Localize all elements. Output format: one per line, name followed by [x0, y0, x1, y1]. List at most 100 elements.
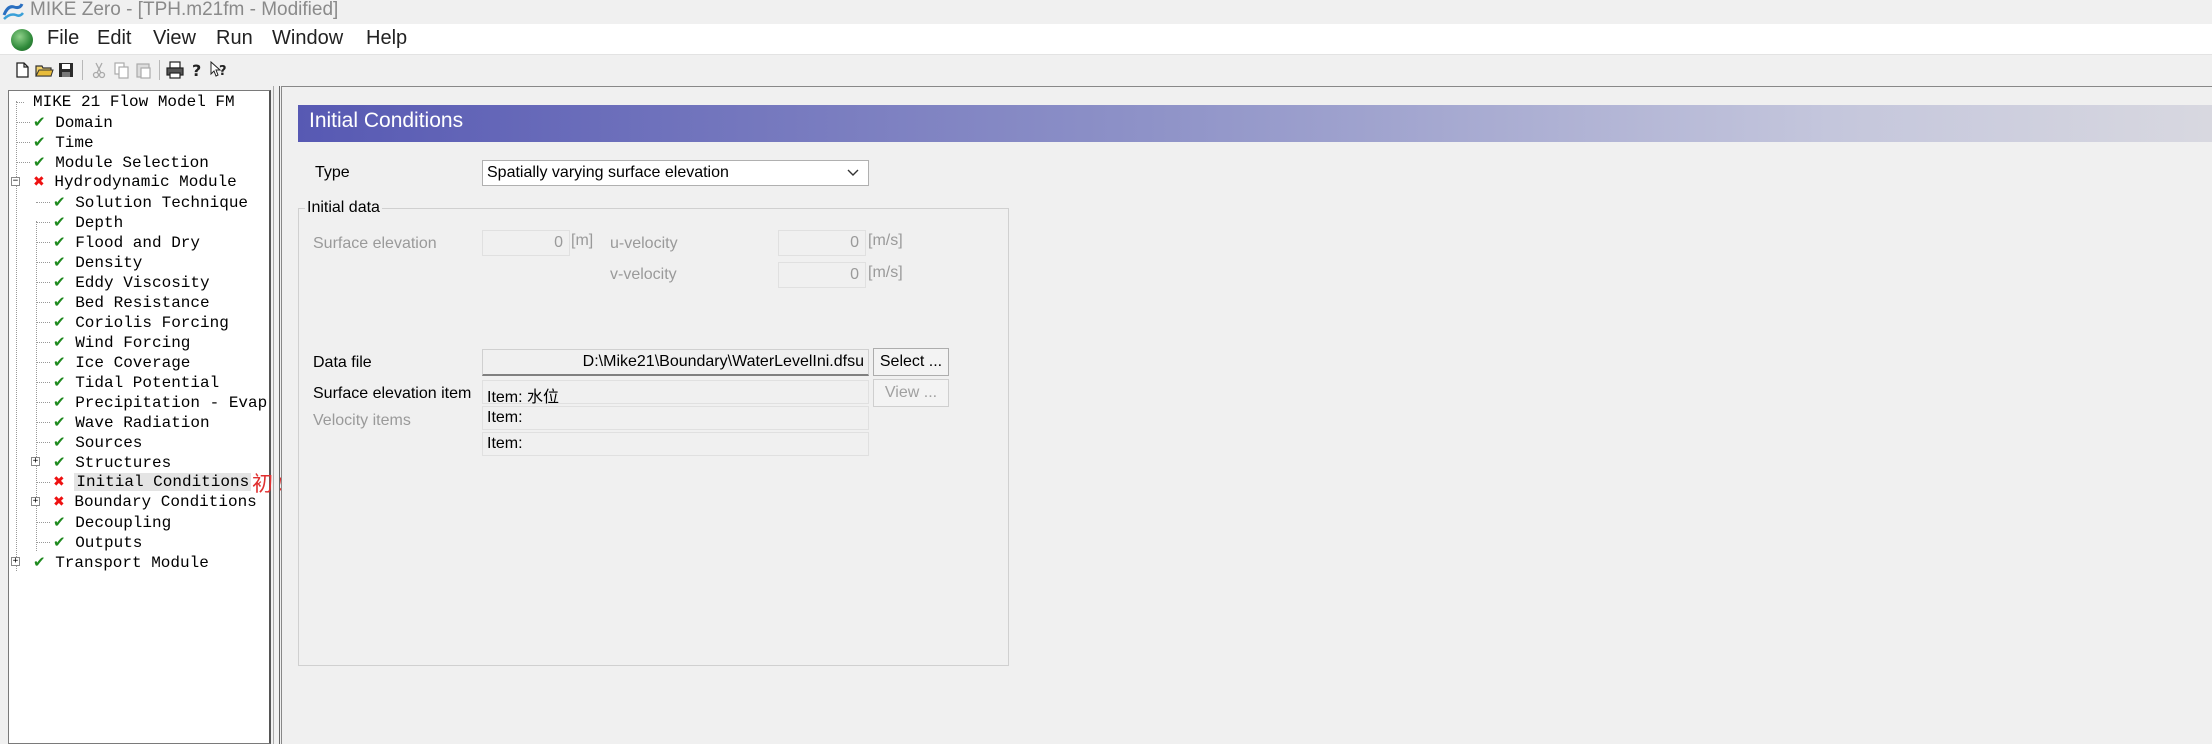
- context-help-icon[interactable]: ?: [208, 59, 230, 81]
- tree-item-domain[interactable]: ✔ Domain: [33, 112, 113, 132]
- select-file-button[interactable]: Select ...: [873, 348, 949, 376]
- chevron-down-icon[interactable]: [846, 165, 860, 179]
- tree-item-depth[interactable]: ✔ Depth: [53, 212, 123, 232]
- tree-item-label: Module Selection: [55, 154, 209, 172]
- svg-text:?: ?: [192, 61, 201, 80]
- menu-help[interactable]: Help: [366, 27, 407, 50]
- page-title: Initial Conditions: [309, 109, 464, 132]
- open-folder-icon[interactable]: [33, 59, 55, 81]
- tree-item-eddy-viscosity[interactable]: ✔ Eddy Viscosity: [53, 272, 210, 292]
- tree-item-label: Tidal Potential: [75, 374, 220, 392]
- menu-file[interactable]: File: [47, 27, 79, 50]
- check-icon: ✔: [53, 293, 66, 311]
- tree-item-label: Boundary Conditions: [74, 493, 257, 511]
- copy-icon[interactable]: [110, 59, 132, 81]
- tree-item-label: Sources: [75, 434, 143, 452]
- tree-item-sources[interactable]: ✔ Sources: [53, 432, 142, 452]
- error-cross-icon: ✖: [53, 474, 65, 490]
- tree-item-structures[interactable]: ✔ Structures: [53, 452, 171, 472]
- tree-item-boundary-conditions[interactable]: ✖ Boundary Conditions: [53, 492, 257, 512]
- tree-connector: [36, 482, 50, 483]
- tree-connector: [36, 542, 50, 543]
- u-velocity-unit: [m/s]: [868, 232, 903, 249]
- tree-item-label: Domain: [55, 114, 113, 132]
- menu-edit[interactable]: Edit: [97, 27, 131, 50]
- surface-elevation-unit: [m]: [571, 232, 594, 249]
- cut-icon[interactable]: [88, 59, 110, 81]
- v-velocity-unit: [m/s]: [868, 264, 903, 281]
- tree-item-module-selection[interactable]: ✔ Module Selection: [33, 152, 209, 172]
- expand-icon[interactable]: +: [31, 497, 40, 506]
- app-icon: [2, 3, 24, 20]
- check-icon: ✔: [53, 273, 66, 291]
- u-velocity-input[interactable]: 0: [778, 230, 866, 256]
- tree-connector: [36, 342, 50, 343]
- type-select[interactable]: Spatially varying surface elevation: [482, 160, 869, 186]
- paste-icon[interactable]: [132, 59, 154, 81]
- app-logo-icon[interactable]: [11, 29, 33, 51]
- help-icon[interactable]: ?: [186, 59, 208, 81]
- tree-item-label: MIKE 21 Flow Model FM: [33, 93, 235, 111]
- tree-item-label: Hydrodynamic Module: [54, 173, 237, 191]
- menu-view[interactable]: View: [153, 27, 196, 50]
- tree-connector: [36, 522, 50, 523]
- collapse-icon[interactable]: −: [11, 177, 20, 186]
- tree-item-hydrodynamic-module[interactable]: ✖ Hydrodynamic Module: [33, 172, 237, 192]
- tree-item-label: Bed Resistance: [75, 294, 210, 312]
- tree-connector: [36, 282, 50, 283]
- title-bar: MIKE Zero - [TPH.m21fm - Modified]: [0, 0, 2212, 24]
- tree-item-label: Initial Conditions: [74, 473, 252, 491]
- tree-item-solution-technique[interactable]: ✔ Solution Technique: [53, 192, 248, 212]
- surface-elevation-input[interactable]: 0: [482, 230, 570, 256]
- check-icon: ✔: [33, 133, 46, 151]
- tree-item-outputs[interactable]: ✔ Outputs: [53, 532, 142, 552]
- tree-item-flood-and-dry[interactable]: ✔ Flood and Dry: [53, 232, 200, 252]
- tree-item-root[interactable]: MIKE 21 Flow Model FM: [33, 92, 235, 112]
- tree-item-label: Depth: [75, 214, 124, 232]
- check-icon: ✔: [53, 233, 66, 251]
- initial-data-group-label: Initial data: [305, 199, 382, 217]
- tree-item-label: Precipitation - Evapor: [75, 394, 268, 412]
- velocity-item-2-field[interactable]: Item:: [482, 432, 869, 456]
- tree-connector: [36, 202, 50, 203]
- tree-item-time[interactable]: ✔ Time: [33, 132, 94, 152]
- tree-item-tidal-potential[interactable]: ✔ Tidal Potential: [53, 372, 219, 392]
- tree-item-initial-conditions[interactable]: ✖ Initial Conditions: [53, 472, 252, 492]
- print-icon[interactable]: [164, 59, 186, 81]
- menu-run[interactable]: Run: [216, 27, 253, 50]
- velocity-items-label: Velocity items: [313, 412, 411, 429]
- tree-item-density[interactable]: ✔ Density: [53, 252, 142, 272]
- expand-icon[interactable]: +: [31, 457, 40, 466]
- expand-icon[interactable]: +: [11, 557, 20, 566]
- tree-item-coriolis-forcing[interactable]: ✔ Coriolis Forcing: [53, 312, 229, 332]
- surface-elevation-label: Surface elevation: [313, 235, 437, 252]
- view-button[interactable]: View ...: [873, 379, 949, 407]
- v-velocity-input[interactable]: 0: [778, 262, 866, 288]
- panel-splitter[interactable]: [273, 86, 280, 744]
- menu-bar: File Edit View Run Window Help: [0, 24, 2212, 55]
- check-icon: ✔: [53, 253, 66, 271]
- tree-connector: [36, 402, 50, 403]
- tree-item-wind-forcing[interactable]: ✔ Wind Forcing: [53, 332, 190, 352]
- velocity-item-1-field[interactable]: Item:: [482, 406, 869, 430]
- save-icon[interactable]: [55, 59, 77, 81]
- check-icon: ✔: [33, 113, 46, 131]
- setup-tree[interactable]: MIKE 21 Flow Model FM ✔ Domain ✔ Time ✔ …: [8, 90, 271, 744]
- tree-item-label: Eddy Viscosity: [75, 274, 210, 292]
- data-file-label: Data file: [313, 354, 372, 371]
- tree-item-precipitation-evaporation[interactable]: ✔ Precipitation - Evapor: [53, 392, 268, 412]
- check-icon: ✔: [53, 333, 66, 351]
- tree-connector: [36, 422, 50, 423]
- tree-item-wave-radiation[interactable]: ✔ Wave Radiation: [53, 412, 210, 432]
- data-file-field[interactable]: D:\Mike21\Boundary\WaterLevelIni.dfsu: [482, 349, 869, 376]
- tree-item-ice-coverage[interactable]: ✔ Ice Coverage: [53, 352, 190, 372]
- tree-item-transport-module[interactable]: ✔ Transport Module: [33, 552, 209, 572]
- toolbar-separator: [82, 60, 83, 80]
- tree-item-bed-resistance[interactable]: ✔ Bed Resistance: [53, 292, 210, 312]
- new-file-icon[interactable]: [11, 59, 33, 81]
- tree-item-decoupling[interactable]: ✔ Decoupling: [53, 512, 171, 532]
- surface-elevation-item-field[interactable]: Item: 水位: [482, 380, 869, 406]
- section-header: [298, 105, 2212, 142]
- menu-window[interactable]: Window: [272, 27, 343, 50]
- tree-connector: [16, 162, 30, 163]
